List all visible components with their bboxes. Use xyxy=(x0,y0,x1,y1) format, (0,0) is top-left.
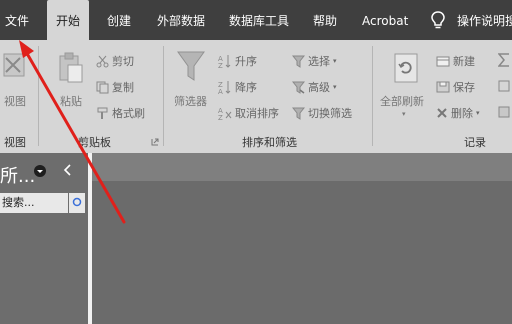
view-icon[interactable] xyxy=(2,50,28,80)
new-label: 新建 xyxy=(453,55,475,68)
view-group-label: 视图 xyxy=(4,136,26,149)
spelling-icon[interactable] xyxy=(498,79,510,93)
clipboard-group-label: 剪贴板 xyxy=(78,136,111,149)
filter-button[interactable]: 筛选器 xyxy=(174,93,207,109)
new-record-button[interactable]: 新建 xyxy=(436,53,475,69)
paste-icon[interactable] xyxy=(58,52,84,84)
delete-label: 删除 xyxy=(451,107,473,120)
format-painter-label: 格式刷 xyxy=(112,107,145,120)
navigation-pane-title[interactable]: 所... xyxy=(0,162,35,188)
help-search-box[interactable]: 操作说明搜 xyxy=(457,0,512,40)
group-separator xyxy=(163,46,164,146)
records-group-label: 记录 xyxy=(464,136,486,149)
save-label: 保存 xyxy=(453,81,475,94)
sigma-totals-icon[interactable] xyxy=(498,53,510,67)
format-painter-button[interactable]: 格式刷 xyxy=(96,105,145,121)
advanced-filter-icon xyxy=(292,81,305,94)
copy-icon xyxy=(96,81,109,94)
clear-sort-icon: AZ xyxy=(218,106,232,120)
cut-button[interactable]: 剪切 xyxy=(96,53,134,69)
save-button[interactable]: 保存 xyxy=(436,79,475,95)
svg-text:Z: Z xyxy=(218,62,223,68)
sort-descending-icon: ZA xyxy=(218,80,232,94)
document-tab-strip xyxy=(88,153,512,181)
ribbon: 视图 视图 粘贴 剪切 复制 格式刷 剪贴板 筛选器 A Z 升序 Z A 降序… xyxy=(0,40,512,153)
tab-help[interactable]: 帮助 xyxy=(313,0,337,40)
tab-acrobat[interactable]: Acrobat xyxy=(362,0,408,40)
tab-database-tools[interactable]: 数据库工具 xyxy=(229,0,289,40)
toggle-filter-label: 切换筛选 xyxy=(308,107,352,120)
toggle-filter-icon xyxy=(292,107,305,120)
tab-external-data[interactable]: 外部数据 xyxy=(157,0,205,40)
selection-filter-icon xyxy=(292,55,305,68)
delete-icon xyxy=(436,107,448,119)
filter-icon[interactable] xyxy=(177,50,205,84)
svg-text:Z: Z xyxy=(218,114,223,120)
nav-dropdown-icon[interactable] xyxy=(33,164,47,178)
search-icon xyxy=(72,197,83,208)
refresh-all-button[interactable]: 全部刷新 xyxy=(380,93,424,109)
sort-ascending-label: 升序 xyxy=(235,55,257,68)
clear-sort-label: 取消排序 xyxy=(235,107,279,120)
refresh-icon[interactable] xyxy=(393,52,419,84)
sort-filter-group-label: 排序和筛选 xyxy=(242,136,297,149)
format-painter-icon xyxy=(96,107,109,120)
delete-button[interactable]: 删除 ▾ xyxy=(436,105,480,121)
more-icon[interactable] xyxy=(498,105,510,119)
chevron-down-icon: ▾ xyxy=(333,57,337,65)
nav-search-input[interactable]: 搜索... xyxy=(0,193,68,213)
toggle-filter-button[interactable]: 切换筛选 xyxy=(292,105,352,121)
menu-bar: 文件 开始 创建 外部数据 数据库工具 帮助 Acrobat 操作说明搜 xyxy=(0,0,512,40)
chevron-down-icon: ▾ xyxy=(476,109,480,117)
tab-file[interactable]: 文件 xyxy=(5,0,29,40)
paste-button[interactable]: 粘贴 xyxy=(60,93,82,109)
sort-ascending-icon: AZ xyxy=(218,54,232,68)
cut-label: 剪切 xyxy=(112,55,134,68)
navigation-pane-splitter[interactable] xyxy=(88,153,92,324)
advanced-button[interactable]: 高级 ▾ xyxy=(292,79,337,95)
sort-ascending-button[interactable]: AZ 升序 xyxy=(218,53,257,69)
collapse-pane-icon[interactable] xyxy=(62,163,72,177)
advanced-label: 高级 xyxy=(308,81,330,94)
nav-search-button[interactable] xyxy=(69,193,85,213)
sort-descending-button[interactable]: ZA 降序 xyxy=(218,79,257,95)
selection-label: 选择 xyxy=(308,55,330,68)
group-separator xyxy=(372,46,373,146)
clear-sort-button[interactable]: AZ 取消排序 xyxy=(218,105,279,121)
chevron-down-icon: ▾ xyxy=(333,83,337,91)
sort-descending-label: 降序 xyxy=(235,81,257,94)
view-button[interactable]: 视图 xyxy=(4,93,26,109)
chevron-down-icon: ▾ xyxy=(402,110,406,118)
dialog-launcher-icon[interactable] xyxy=(151,138,159,146)
save-icon xyxy=(436,81,450,93)
lightbulb-icon[interactable] xyxy=(431,11,445,29)
svg-text:A: A xyxy=(218,88,223,94)
scissors-icon xyxy=(96,55,109,68)
tab-create[interactable]: 创建 xyxy=(107,0,131,40)
tab-home[interactable]: 开始 xyxy=(47,0,90,40)
selection-button[interactable]: 选择 ▾ xyxy=(292,53,337,69)
group-separator xyxy=(38,46,39,146)
new-record-icon xyxy=(436,56,450,67)
copy-label: 复制 xyxy=(112,81,134,94)
copy-button[interactable]: 复制 xyxy=(96,79,134,95)
